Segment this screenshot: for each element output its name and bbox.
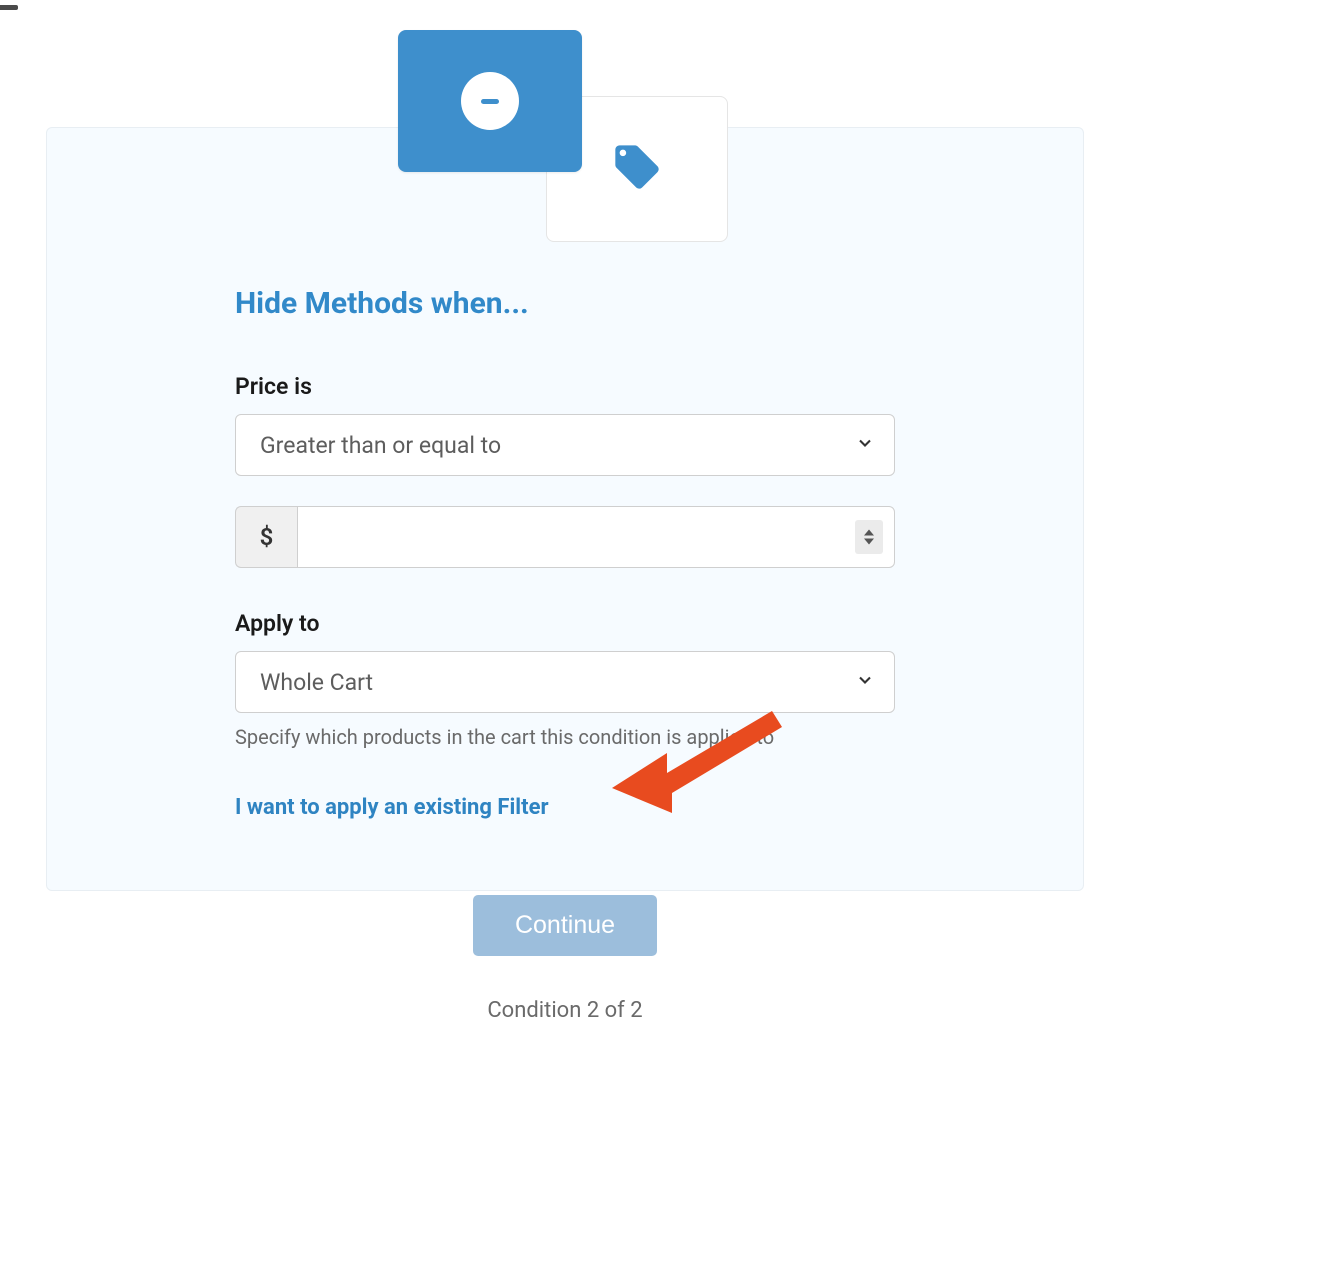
arrow-annotation xyxy=(612,703,782,817)
top-dash-decor xyxy=(0,5,18,10)
apply-select[interactable]: Whole Cart xyxy=(235,651,895,713)
price-label: Price is xyxy=(235,373,883,400)
continue-button[interactable]: Continue xyxy=(473,895,657,956)
price-input[interactable] xyxy=(297,506,895,568)
apply-help-text: Specify which products in the cart this … xyxy=(235,725,895,749)
minus-circle-icon xyxy=(461,72,519,130)
existing-filter-link[interactable]: I want to apply an existing Filter xyxy=(235,795,549,820)
panel-footer: Continue Condition 2 of 2 xyxy=(46,895,1084,1023)
apply-value: Whole Cart xyxy=(235,651,895,713)
price-operator-value: Greater than or equal to xyxy=(235,414,895,476)
price-input-row: $ xyxy=(235,506,895,568)
apply-label: Apply to xyxy=(235,610,883,637)
currency-prefix: $ xyxy=(235,506,297,568)
minus-card xyxy=(398,30,582,172)
header-card-stack xyxy=(398,30,728,215)
price-operator-select[interactable]: Greater than or equal to xyxy=(235,414,895,476)
number-stepper[interactable] xyxy=(855,520,883,554)
tag-icon xyxy=(611,141,663,197)
panel-heading: Hide Methods when... xyxy=(235,286,883,321)
condition-status: Condition 2 of 2 xyxy=(46,998,1084,1023)
